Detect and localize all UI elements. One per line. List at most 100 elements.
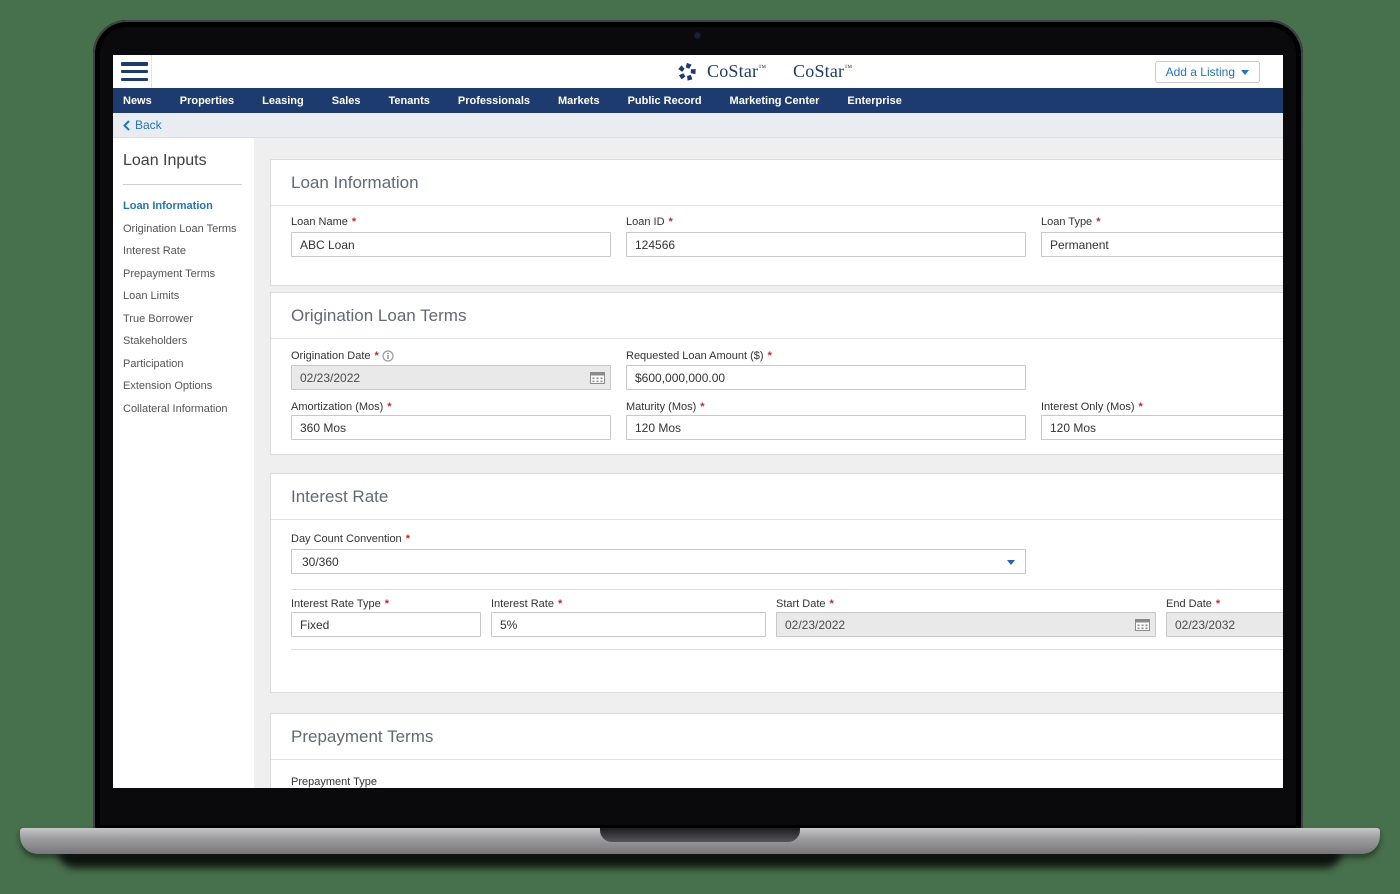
end-date-input: [1166, 612, 1283, 637]
sidebar-divider: [123, 184, 242, 185]
laptop-base-notch: [600, 828, 800, 842]
required-marker: *: [1096, 216, 1100, 228]
calendar-icon: [1135, 618, 1150, 631]
loan-name-input[interactable]: [291, 232, 611, 257]
costar-wordmark-secondary: CoStar™: [793, 61, 852, 82]
required-marker: *: [1139, 401, 1143, 413]
amortization-input[interactable]: [291, 415, 611, 440]
sidebar-item-extension-options[interactable]: Extension Options: [123, 375, 254, 398]
nav-item-markets[interactable]: Markets: [544, 88, 614, 113]
prepayment-terms-header: Prepayment Terms: [271, 714, 1283, 760]
interest-rate-label: Interest Rate*: [491, 598, 562, 610]
maturity-label: Maturity (Mos)*: [626, 401, 705, 413]
required-marker: *: [387, 401, 391, 413]
add-a-listing-button[interactable]: Add a Listing: [1155, 61, 1260, 83]
required-marker: *: [768, 350, 772, 362]
required-marker: *: [406, 533, 410, 545]
requested-loan-amount-label: Requested Loan Amount ($)*: [626, 350, 772, 362]
prepayment-type-label: Prepayment Type: [291, 776, 377, 788]
back-bar: Back: [113, 113, 1283, 138]
sidebar-item-interest-rate[interactable]: Interest Rate: [123, 240, 254, 263]
loan-information-header: Loan Information: [271, 160, 1283, 206]
day-count-convention-select[interactable]: 30/360: [291, 549, 1026, 574]
laptop-base: [20, 828, 1380, 854]
required-marker: *: [830, 598, 834, 610]
required-marker: *: [558, 598, 562, 610]
sidebar-item-participation[interactable]: Participation: [123, 353, 254, 376]
hamburger-menu-icon[interactable]: [121, 61, 148, 82]
sidebar-item-stakeholders[interactable]: Stakeholders: [123, 330, 254, 353]
interest-rate-type-input[interactable]: [291, 612, 481, 637]
required-marker: *: [1216, 598, 1220, 610]
primary-nav: News Properties Leasing Sales Tenants Pr…: [113, 88, 1283, 113]
sidebar-item-loan-information[interactable]: Loan Information: [123, 195, 254, 218]
interest-rate-type-label: Interest Rate Type*: [291, 598, 389, 610]
nav-item-sales[interactable]: Sales: [318, 88, 375, 113]
loan-information-card: Loan Information Loan Name* Loan ID* Loa…: [270, 159, 1283, 286]
calendar-icon: [590, 371, 605, 384]
sidebar-title: Loan Inputs: [123, 152, 254, 170]
sidebar: Loan Inputs Loan Information Origination…: [113, 138, 254, 788]
start-date-field: [776, 612, 1156, 637]
interest-rate-header: Interest Rate: [271, 474, 1283, 520]
required-marker: *: [700, 401, 704, 413]
interest-rate-input[interactable]: [491, 612, 766, 637]
required-marker: *: [352, 216, 356, 228]
required-marker: *: [375, 350, 379, 362]
prepayment-terms-card: Prepayment Terms Prepayment Type: [270, 713, 1283, 788]
costar-wordmark: CoStar™: [707, 61, 766, 82]
origination-loan-terms-header: Origination Loan Terms: [271, 293, 1283, 339]
row-divider: [291, 589, 1283, 590]
interest-only-label: Interest Only (Mos)*: [1041, 401, 1143, 413]
section-title: Prepayment Terms: [291, 727, 433, 747]
sidebar-item-collateral-information[interactable]: Collateral Information: [123, 398, 254, 421]
logo-group: CoStar™ CoStar™: [676, 55, 852, 88]
nav-item-marketing-center[interactable]: Marketing Center: [716, 88, 834, 113]
nav-item-news[interactable]: News: [113, 88, 166, 113]
required-marker: *: [669, 216, 673, 228]
requested-loan-amount-input[interactable]: [626, 365, 1026, 390]
chevron-left-icon: [123, 120, 130, 131]
sidebar-item-loan-limits[interactable]: Loan Limits: [123, 285, 254, 308]
origination-loan-terms-card: Origination Loan Terms Origination Date*: [270, 292, 1283, 455]
loan-name-label: Loan Name*: [291, 216, 356, 228]
nav-item-leasing[interactable]: Leasing: [248, 88, 318, 113]
loan-type-input[interactable]: [1041, 232, 1283, 257]
amortization-label: Amortization (Mos)*: [291, 401, 392, 413]
app-header: CoStar™ CoStar™ Add a Listing: [113, 55, 1283, 88]
nav-item-tenants[interactable]: Tenants: [375, 88, 444, 113]
nav-item-enterprise[interactable]: Enterprise: [833, 88, 915, 113]
origination-date-field: [291, 365, 611, 390]
back-button[interactable]: Back: [123, 118, 162, 132]
loan-id-label: Loan ID*: [626, 216, 673, 228]
laptop-frame: CoStar™ CoStar™ Add a Listing News Prope…: [93, 20, 1303, 832]
required-marker: *: [385, 598, 389, 610]
section-title: Interest Rate: [291, 487, 388, 507]
end-date-label: End Date*: [1166, 598, 1220, 610]
header-divider: [151, 55, 152, 88]
costar-pinwheel-icon: [676, 61, 698, 83]
content-area: Loan Inputs Loan Information Origination…: [113, 138, 1283, 788]
laptop-screen: CoStar™ CoStar™ Add a Listing News Prope…: [113, 55, 1283, 788]
origination-date-input: [291, 365, 611, 390]
end-date-field: [1166, 612, 1283, 637]
loan-type-label: Loan Type*: [1041, 216, 1100, 228]
info-icon: [382, 350, 394, 362]
start-date-label: Start Date*: [776, 598, 834, 610]
section-title: Origination Loan Terms: [291, 306, 466, 326]
sidebar-item-true-borrower[interactable]: True Borrower: [123, 308, 254, 331]
origination-date-label: Origination Date*: [291, 350, 394, 362]
nav-item-professionals[interactable]: Professionals: [444, 88, 544, 113]
sidebar-item-prepayment-terms[interactable]: Prepayment Terms: [123, 263, 254, 286]
chevron-down-icon: [1007, 560, 1015, 565]
chevron-down-icon: [1241, 70, 1249, 75]
nav-item-properties[interactable]: Properties: [166, 88, 248, 113]
maturity-input[interactable]: [626, 415, 1026, 440]
sidebar-item-origination-loan-terms[interactable]: Origination Loan Terms: [123, 218, 254, 241]
day-count-convention-label: Day Count Convention*: [291, 533, 410, 545]
nav-item-public-record[interactable]: Public Record: [614, 88, 716, 113]
loan-id-input[interactable]: [626, 232, 1026, 257]
row-divider: [291, 649, 1283, 650]
section-title: Loan Information: [291, 173, 419, 193]
interest-only-input[interactable]: [1041, 415, 1283, 440]
